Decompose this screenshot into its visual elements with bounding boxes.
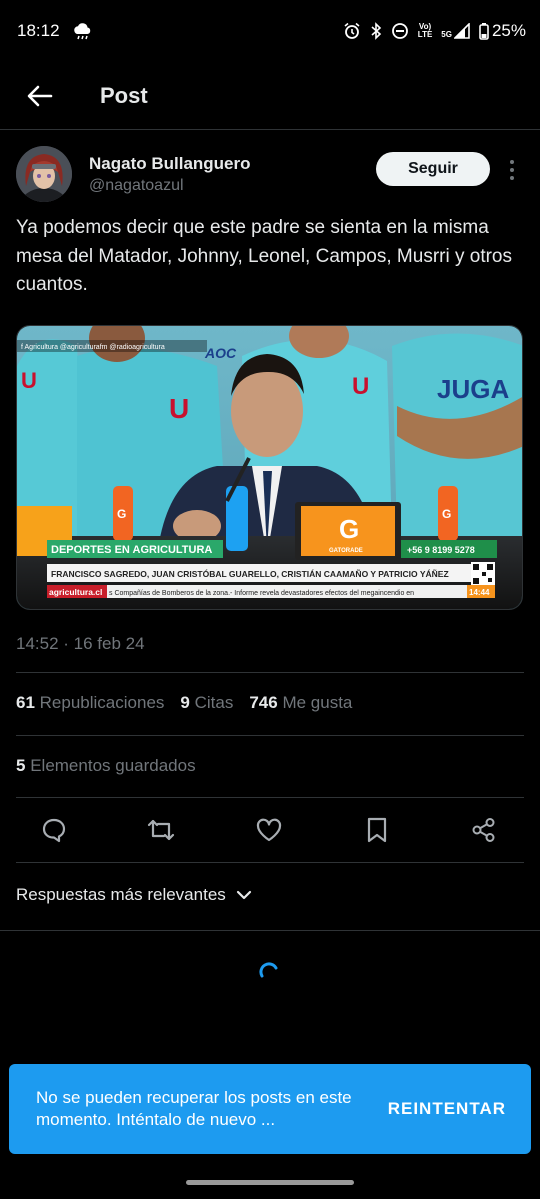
divider (16, 862, 524, 863)
reply-button[interactable] (34, 810, 74, 850)
repost-icon (147, 819, 175, 841)
home-indicator[interactable] (186, 1180, 354, 1185)
bottle-logo-2: G (442, 507, 451, 521)
sponsor-text: JUGA (437, 374, 509, 404)
bottle-logo-1: G (117, 507, 126, 521)
divider (0, 930, 540, 931)
bookmark-button[interactable] (357, 810, 397, 850)
loading-spinner-icon (259, 962, 278, 978)
monitor-logo: G (339, 514, 359, 544)
more-options-icon[interactable] (504, 156, 520, 184)
jersey-logo-3: U (352, 373, 369, 400)
author-name[interactable]: Nagato Bullanguero (89, 154, 251, 174)
follow-button[interactable]: Seguir (376, 152, 490, 186)
alarm-icon (343, 22, 361, 40)
share-icon (472, 818, 495, 842)
banner-title: DEPORTES EN AGRICULTURA (51, 544, 212, 556)
ticker-text: s Compañías de Bomberos de la zona.- Inf… (109, 590, 414, 597)
monitor-brand: GATORADE (329, 548, 363, 554)
ticker-site: agricultura.cl (49, 587, 102, 597)
jersey-logo-2: U (21, 368, 37, 393)
heart-icon (256, 818, 282, 842)
share-button[interactable] (464, 810, 504, 850)
status-time: 18:12 (17, 21, 60, 40)
lower-third-names: FRANCISCO SAGREDO, JUAN CRISTÓBAL GUAREL… (51, 568, 449, 579)
aoc-logo: AOC (204, 345, 237, 361)
post-text: Ya podemos decir que este padre se sient… (16, 217, 512, 295)
reply-icon (42, 818, 66, 843)
weather-cloud-icon (72, 22, 92, 40)
top-app-bar: Post (0, 62, 540, 130)
bluetooth-icon (370, 22, 382, 40)
arrow-left-icon (27, 85, 53, 106)
error-snackbar: No se pueden recuperar los posts en este… (9, 1064, 531, 1154)
divider (16, 735, 524, 736)
social-handles: f Agricultura @agriculturafm @radioagric… (21, 344, 165, 351)
battery-level: 25% (491, 21, 526, 40)
back-button[interactable] (20, 76, 60, 116)
post-timestamp: 14:52 · 16 feb 24 (16, 634, 145, 653)
post-action-bar (0, 810, 540, 852)
volte-indicator: Vo) LTE (417, 22, 433, 39)
replies-sort-dropdown[interactable]: Respuestas más relevantes (16, 885, 252, 905)
bookmark-icon (367, 817, 387, 843)
reposts-stat[interactable]: 61 Republicaciones (16, 693, 164, 713)
post-image[interactable]: U U U JUGA AOC f Agricultura @agricultur… (16, 325, 523, 610)
snackbar-message: No se pueden recuperar los posts en este… (36, 1088, 352, 1129)
likes-stat[interactable]: 746 Me gusta (249, 693, 352, 713)
like-button[interactable] (249, 810, 289, 850)
repost-button[interactable] (141, 810, 181, 850)
chevron-down-icon (236, 890, 251, 900)
avatar[interactable] (16, 146, 72, 202)
jersey-logo-1: U (169, 393, 189, 424)
quotes-stat[interactable]: 9 Citas (180, 693, 233, 713)
author-handle[interactable]: @nagatoazul (89, 177, 184, 195)
banner-phone: +56 9 8199 5278 (407, 545, 475, 555)
divider (16, 797, 524, 798)
ticker-clock: 14:44 (469, 588, 490, 597)
post-stats: 61 Republicaciones 9 Citas 746 Me gusta (16, 693, 368, 713)
sort-label: Respuestas más relevantes (16, 885, 226, 904)
page-title: Post (100, 82, 148, 108)
retry-button[interactable]: REINTENTAR (388, 1099, 506, 1119)
bookmarks-stat[interactable]: 5 Elementos guardados (16, 756, 196, 776)
do-not-disturb-icon (391, 22, 409, 40)
signal-icon: 5G (441, 23, 470, 39)
divider (16, 672, 524, 673)
status-bar: 18:12 Vo) LTE 5G 25% (0, 0, 540, 62)
post-author: Nagato Bullanguero @nagatoazul Seguir (16, 146, 524, 206)
battery-icon: 25% (479, 21, 526, 41)
svg-text:U: U (169, 393, 189, 424)
